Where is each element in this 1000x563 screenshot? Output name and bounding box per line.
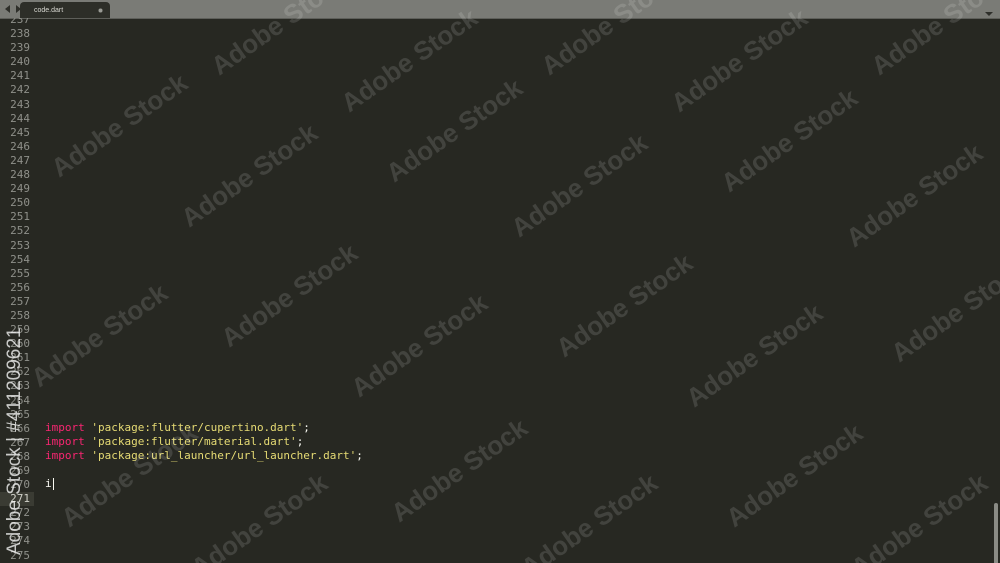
editor-window: code.dart 237 238 239 240 241 242 243 244 245 246… (0, 0, 1000, 563)
line-number: 242 (10, 83, 30, 97)
line-number: 246 (10, 139, 30, 153)
line-number: 240 (10, 55, 30, 69)
line-number: 249 (10, 182, 30, 196)
tab-label: code.dart (34, 6, 64, 14)
line-number: 261 (10, 351, 30, 365)
line-number: 243 (10, 97, 30, 111)
line-number: 262 (10, 365, 30, 379)
line-number: 260 (10, 337, 30, 351)
line-number: 274 (10, 534, 30, 548)
code-keyword: import (45, 435, 85, 449)
line-number: 248 (10, 168, 30, 182)
line-number: 244 (10, 111, 30, 125)
code-punctuation: ; (356, 449, 363, 463)
line-number: 238 (10, 27, 30, 41)
tab-code-dart[interactable]: code.dart (20, 2, 110, 18)
line-number: 272 (10, 506, 30, 520)
code-line[interactable]: import 'package:flutter/material.dart'; (45, 435, 945, 449)
code-editor[interactable]: 237 238 239 240 241 242 243 244 245 246 247 248 249 2… (0, 18, 1000, 563)
line-number: 239 (10, 41, 30, 55)
code-keyword: import (45, 421, 85, 434)
line-number: 268 (10, 449, 30, 463)
code-string: 'package:flutter/material.dart' (91, 435, 297, 449)
line-number: 255 (10, 266, 30, 280)
tab-bar: code.dart (0, 0, 1000, 19)
line-number: 269 (10, 464, 30, 477)
code-area[interactable]: import 'package:flutter/cupertino.dart';… (45, 421, 945, 491)
line-number: 254 (10, 252, 30, 266)
text-cursor (52, 478, 54, 491)
line-number: 253 (10, 238, 30, 252)
line-number: 263 (10, 379, 30, 393)
line-number: 252 (10, 224, 30, 238)
code-text: i (45, 477, 52, 491)
line-number: 271 (0, 492, 34, 507)
line-number: 265 (10, 407, 30, 421)
line-number: 237 (10, 18, 30, 26)
line-number: 250 (10, 196, 30, 210)
vertical-scrollbar[interactable] (994, 503, 998, 563)
line-number: 264 (10, 393, 30, 407)
line-number: 256 (10, 280, 30, 294)
line-number: 267 (10, 435, 30, 449)
code-punctuation: ; (296, 435, 304, 449)
close-dot-icon[interactable] (96, 6, 104, 14)
code-line[interactable]: i (45, 477, 945, 491)
line-number: 245 (10, 125, 30, 139)
code-keyword: import (45, 449, 85, 463)
code-punctuation: ; (303, 421, 310, 434)
line-number: 275 (10, 548, 30, 562)
line-number: 258 (10, 308, 30, 322)
line-number: 273 (10, 520, 30, 534)
line-number-gutter: 237 238 239 240 241 242 243 244 245 246 247 248 249 2… (0, 18, 34, 563)
line-number: 259 (10, 323, 30, 337)
line-number: 270 (10, 478, 30, 492)
code-line[interactable] (45, 463, 945, 477)
chevron-left-icon[interactable] (4, 3, 12, 15)
code-string: 'package:url_launcher/url_launcher.dart' (91, 449, 357, 463)
line-number: 247 (10, 153, 30, 167)
dropdown-icon[interactable] (984, 4, 994, 16)
code-string: 'package:flutter/cupertino.dart' (91, 421, 304, 434)
line-number: 257 (10, 294, 30, 308)
line-number: 241 (10, 69, 30, 83)
code-line[interactable]: import 'package:url_launcher/url_launche… (45, 449, 945, 463)
code-line[interactable]: import 'package:flutter/cupertino.dart'; (45, 421, 945, 435)
line-number: 251 (10, 210, 30, 224)
line-number: 266 (10, 421, 30, 435)
